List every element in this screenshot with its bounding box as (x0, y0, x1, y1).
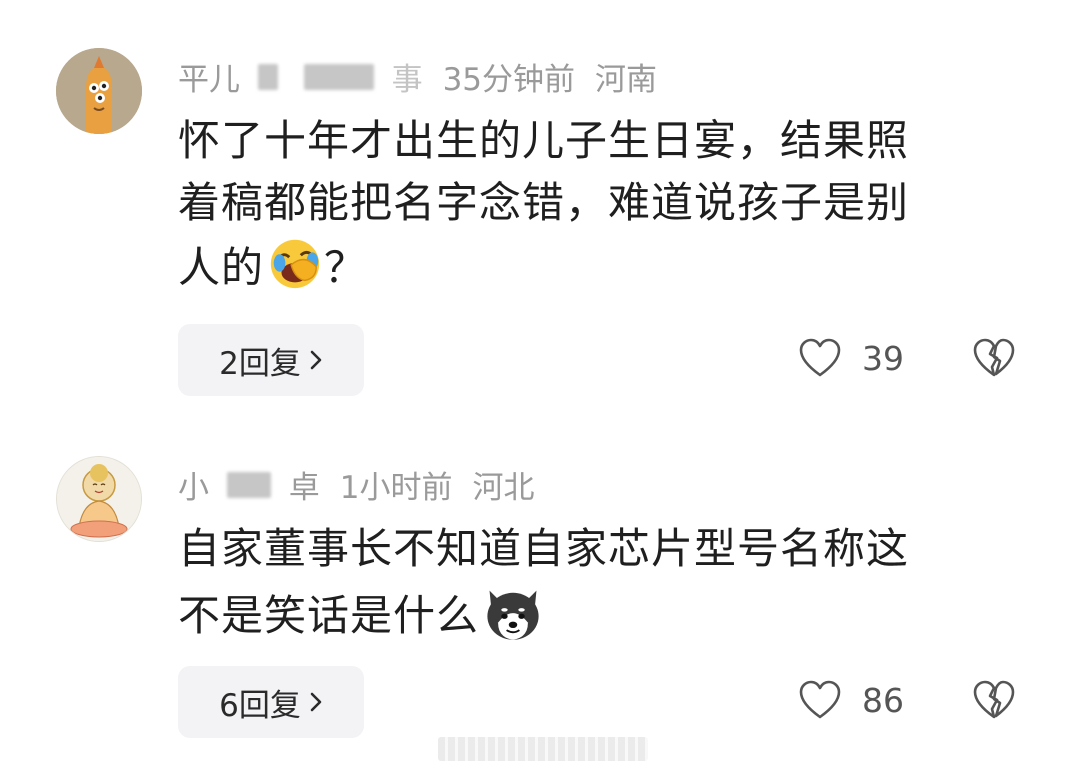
comment-time: 35分钟前 (442, 61, 576, 98)
broken-heart-icon (973, 680, 1015, 719)
avatar-buddha-drawing-icon (57, 457, 141, 541)
like-button[interactable]: 86 (798, 679, 904, 721)
comment-text-line: 不是笑话是什么 (178, 580, 1028, 647)
avatar[interactable] (56, 456, 142, 542)
comment-time: 1小时前 (339, 469, 453, 506)
comment-text: 自家董事长不知道自家芯片型号名称这 不是笑话是什么 (178, 518, 1028, 647)
reply-count-label: 2回复 (219, 345, 301, 382)
username-redaction (303, 63, 374, 90)
reply-count-label: 6回复 (219, 687, 301, 724)
comment-text-segment: 人的 (178, 243, 265, 292)
dislike-button[interactable] (972, 679, 1016, 725)
face-hand-over-mouth-laughing-emoji (270, 239, 320, 289)
heart-icon (799, 338, 841, 377)
avatar-cartoon-icon (56, 48, 142, 134)
username-visible-start: 平儿 (178, 61, 240, 98)
comment-meta: 小 卓 1小时前 河北 (178, 462, 534, 506)
comment-text: 怀了十年才出生的儿子生日宴，结果照 着稿都能把名字念错，难道说孩子是别 人的 ？ (178, 110, 1028, 299)
username[interactable]: 平儿 事 (178, 54, 423, 99)
comment-text-line: 怀了十年才出生的儿子生日宴，结果照 (178, 116, 910, 165)
like-count: 86 (862, 680, 904, 720)
chevron-right-icon (310, 350, 322, 370)
comment-meta: 平儿 事 35分钟前 河南 (178, 54, 657, 98)
username-redaction (226, 471, 271, 498)
view-replies-button[interactable]: 6回复 (178, 666, 364, 738)
username[interactable]: 小 卓 (178, 462, 320, 507)
like-count: 39 (862, 338, 904, 378)
comment-location: 河北 (472, 469, 535, 506)
dislike-button[interactable] (972, 337, 1016, 383)
comment-text-line: 着稿都能把名字念错，难道说孩子是别 (178, 178, 910, 227)
comment-location: 河南 (595, 61, 658, 98)
broken-heart-icon (973, 338, 1015, 377)
like-button[interactable]: 39 (798, 337, 904, 379)
husky-dog-emoji (487, 590, 539, 640)
username-redaction (257, 63, 278, 90)
watermark (438, 737, 648, 761)
username-visible-start: 小 (178, 469, 209, 506)
heart-icon (799, 680, 841, 719)
comment-text-segment: 不是笑话是什么 (178, 591, 480, 640)
comment-text-line: 自家董事长不知道自家芯片型号名称这 (178, 524, 910, 573)
chevron-right-icon (310, 692, 322, 712)
comment-text-segment: ？ (324, 243, 368, 292)
username-visible-end: 卓 (288, 469, 320, 506)
avatar[interactable] (56, 48, 142, 134)
view-replies-button[interactable]: 2回复 (178, 324, 364, 396)
username-visible-end: 事 (391, 61, 423, 98)
comment-text-line: 人的 ？ (178, 234, 1028, 299)
